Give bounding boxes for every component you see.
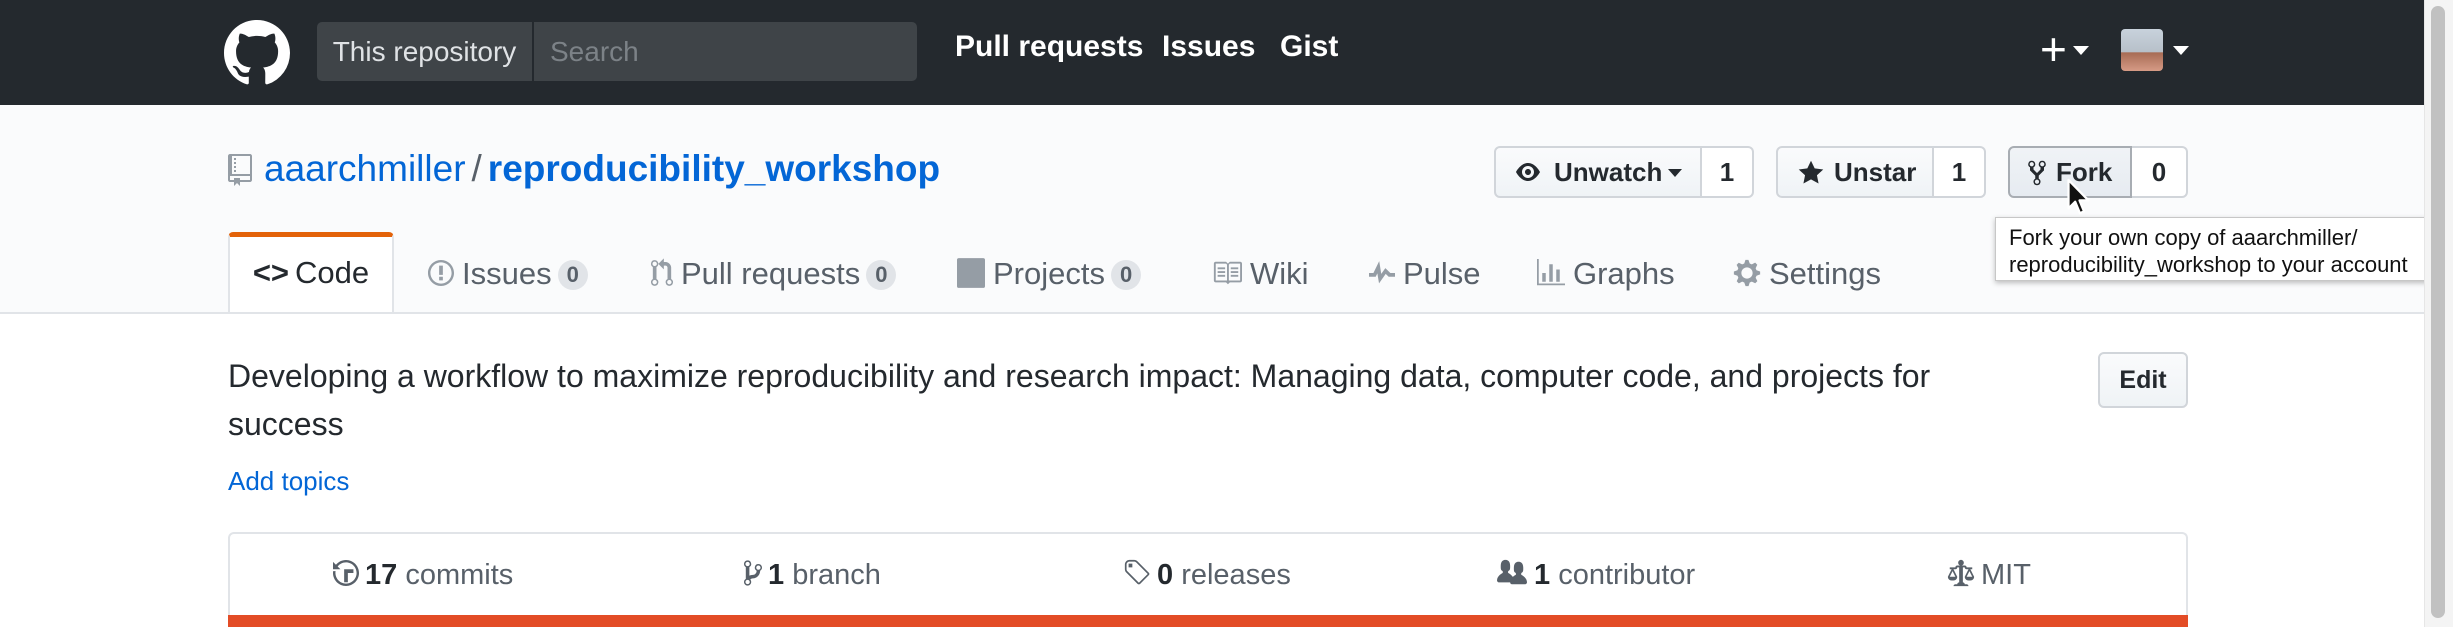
nav-issues[interactable]: Issues (1162, 30, 1255, 64)
tooltip-line-2: reproducibility_workshop to your account (2009, 252, 2408, 277)
code-icon: <> (252, 255, 290, 290)
watchers-count[interactable]: 1 (1702, 146, 1754, 198)
releases-label: releases (1181, 559, 1291, 591)
law-icon (1947, 559, 1975, 587)
tab-issues[interactable]: Issues 0 (428, 236, 588, 312)
contributors-stat[interactable]: 1 contributor (1496, 558, 1695, 592)
branch-count: 1 (768, 559, 785, 591)
book-icon (1213, 261, 1242, 285)
add-topics-link[interactable]: Add topics (228, 466, 349, 497)
tab-pulse-label: Pulse (1403, 256, 1481, 291)
search-input[interactable] (534, 22, 920, 81)
github-logo-icon[interactable] (224, 20, 290, 86)
releases-count: 0 (1157, 559, 1174, 591)
user-menu-caret-icon[interactable] (2173, 46, 2189, 55)
search-bar: This repository (317, 22, 920, 81)
tab-wiki-label: Wiki (1250, 256, 1309, 291)
commits-count: 17 (365, 559, 398, 591)
eye-icon (1516, 163, 1540, 181)
history-icon (333, 560, 359, 586)
tab-pull-requests[interactable]: Pull requests 0 (651, 236, 897, 312)
unstar-label: Unstar (1834, 157, 1917, 187)
repo-owner-link[interactable]: aaarchmiller (264, 148, 466, 189)
mouse-cursor-icon (2067, 178, 2090, 215)
contributor-label: contributor (1558, 559, 1696, 591)
tab-issues-label: Issues (462, 256, 552, 291)
tag-icon (1124, 559, 1150, 585)
avatar[interactable] (2121, 29, 2163, 71)
branch-icon (744, 560, 762, 586)
watch-caret-icon (1668, 169, 1682, 177)
tab-settings-label: Settings (1769, 256, 1882, 291)
create-new-caret-icon[interactable] (2073, 46, 2089, 55)
repo-description: Developing a workflow to maximize reprod… (228, 358, 1931, 442)
unwatch-label: Unwatch (1554, 157, 1663, 187)
repo-separator: / (471, 148, 482, 189)
tab-wiki[interactable]: Wiki (1212, 236, 1309, 312)
tooltip-line-1: Fork your own copy of aaarchmiller/ (2009, 225, 2358, 250)
fork-tooltip: Fork your own copy of aaarchmiller/ repr… (1995, 217, 2447, 281)
repo-icon (228, 154, 252, 186)
site-header: This repository Pull requests Issues Gis… (0, 0, 2424, 105)
nav-gist[interactable]: Gist (1280, 30, 1338, 64)
graph-icon (1537, 259, 1565, 286)
releases-stat[interactable]: 0 releases (1123, 558, 1291, 592)
tab-code[interactable]: <> Code (228, 232, 394, 312)
fork-count[interactable]: 0 (2132, 146, 2188, 198)
tab-pull-requests-label: Pull requests (681, 256, 861, 291)
tab-projects[interactable]: Projects 0 (957, 236, 1142, 312)
repo-name-link[interactable]: reproducibility_workshop (488, 148, 940, 189)
tab-pulse[interactable]: Pulse (1369, 236, 1481, 312)
search-scope-label[interactable]: This repository (317, 22, 534, 81)
tab-graphs[interactable]: Graphs (1537, 236, 1675, 312)
unwatch-button[interactable]: Unwatch (1494, 146, 1702, 198)
create-new-icon[interactable]: + (2040, 24, 2067, 74)
tab-settings[interactable]: Settings (1733, 236, 1881, 312)
branch-stat[interactable]: 1 branch (744, 558, 881, 592)
projects-counter: 0 (1110, 260, 1142, 290)
branch-label: branch (792, 559, 881, 591)
people-icon (1497, 559, 1527, 585)
language-bar[interactable] (228, 615, 2188, 627)
commits-label: commits (405, 559, 514, 591)
license-label: MIT (1981, 559, 2031, 591)
fork-icon (2028, 160, 2046, 186)
pull-requests-counter: 0 (866, 260, 897, 290)
pulse-icon (1369, 261, 1395, 284)
pull-request-icon (651, 258, 673, 286)
tab-code-label: Code (295, 255, 370, 290)
star-icon (1798, 160, 1824, 184)
scrollbar-thumb[interactable] (2431, 6, 2445, 618)
unstar-button[interactable]: Unstar (1776, 146, 1934, 198)
commits-stat[interactable]: 17 commits (333, 558, 513, 592)
stargazers-count[interactable]: 1 (1934, 146, 1986, 198)
nav-pull-requests[interactable]: Pull requests (955, 30, 1143, 64)
tab-projects-label: Projects (993, 256, 1105, 291)
issues-counter: 0 (557, 260, 588, 290)
contributor-count: 1 (1534, 559, 1551, 591)
edit-description-button[interactable]: Edit (2098, 352, 2188, 408)
gear-icon (1733, 259, 1761, 287)
issue-icon (428, 260, 454, 286)
tab-graphs-label: Graphs (1573, 256, 1675, 291)
repo-title: aaarchmiller / reproducibility_workshop (264, 148, 940, 190)
license-stat[interactable]: MIT (1947, 558, 2031, 592)
project-icon (957, 258, 985, 288)
